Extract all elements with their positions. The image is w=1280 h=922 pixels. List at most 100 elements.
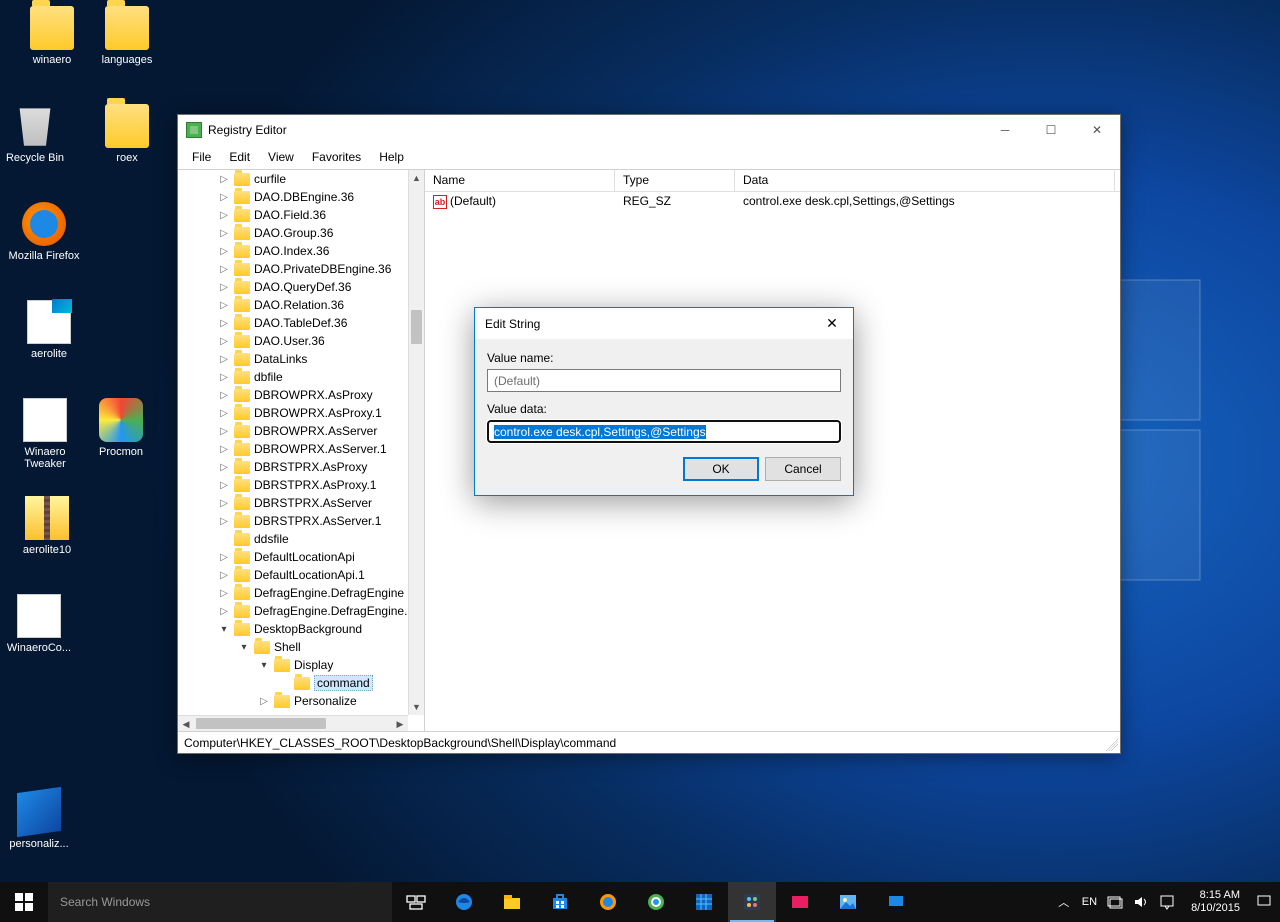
tree-item-command[interactable]: command [178, 674, 408, 692]
column-header-data[interactable]: Data [735, 170, 1115, 191]
list-header[interactable]: NameTypeData [425, 170, 1120, 192]
tree-item-defaultlocationapi[interactable]: ▷DefaultLocationApi [178, 548, 408, 566]
chevron-right-icon[interactable]: ▷ [218, 336, 230, 347]
tree-item-dao-index-36[interactable]: ▷DAO.Index.36 [178, 242, 408, 260]
chevron-right-icon[interactable]: ▷ [218, 390, 230, 401]
chevron-right-icon[interactable]: ▷ [218, 372, 230, 383]
dialog-close-button[interactable]: ✕ [811, 308, 853, 339]
tree-item-dao-group-36[interactable]: ▷DAO.Group.36 [178, 224, 408, 242]
tree-item-curfile[interactable]: ▷curfile [178, 170, 408, 188]
chevron-right-icon[interactable]: ▷ [218, 210, 230, 221]
tree-item-dbrowprx-asproxy[interactable]: ▷DBROWPRX.AsProxy [178, 386, 408, 404]
chevron-right-icon[interactable]: ▷ [218, 228, 230, 239]
list-row[interactable]: ab(Default)REG_SZcontrol.exe desk.cpl,Se… [425, 192, 1120, 210]
tree-item-dbrstprx-asserver-1[interactable]: ▷DBRSTPRX.AsServer.1 [178, 512, 408, 530]
desktop-icon-procmon[interactable]: Procmon [84, 398, 158, 458]
menu-help[interactable]: Help [371, 148, 412, 166]
tree-item-dbrowprx-asproxy-1[interactable]: ▷DBROWPRX.AsProxy.1 [178, 404, 408, 422]
chevron-right-icon[interactable]: ▷ [218, 282, 230, 293]
menu-favorites[interactable]: Favorites [304, 148, 369, 166]
cancel-button[interactable]: Cancel [765, 457, 841, 481]
chevron-right-icon[interactable]: ▷ [218, 408, 230, 419]
chevron-right-icon[interactable]: ▷ [218, 246, 230, 257]
maximize-button[interactable]: ☐ [1028, 115, 1074, 145]
value-data-input[interactable] [487, 420, 841, 443]
ok-button[interactable]: OK [683, 457, 759, 481]
chevron-right-icon[interactable]: ▷ [218, 480, 230, 491]
tree-item-defragengine-defragengine-[interactable]: ▷DefragEngine.DefragEngine. [178, 602, 408, 620]
search-box[interactable]: Search Windows [48, 882, 392, 922]
taskbar-procmon-icon[interactable] [680, 882, 728, 922]
action-center-icon[interactable] [1256, 894, 1272, 910]
taskbar-firefox-icon[interactable] [584, 882, 632, 922]
tree-item-dbrstprx-asproxy[interactable]: ▷DBRSTPRX.AsProxy [178, 458, 408, 476]
taskbar-winaero-icon[interactable] [776, 882, 824, 922]
desktop-icon-winaero[interactable]: winaero [15, 6, 89, 66]
tree-item-shell[interactable]: ▾Shell [178, 638, 408, 656]
dialog-titlebar[interactable]: Edit String ✕ [475, 308, 853, 339]
menu-file[interactable]: File [184, 148, 219, 166]
taskbar-explorer-icon[interactable] [488, 882, 536, 922]
column-header-type[interactable]: Type [615, 170, 735, 191]
tree-vertical-scrollbar[interactable]: ▲ ▼ [408, 170, 424, 715]
tree-item-defragengine-defragengine[interactable]: ▷DefragEngine.DefragEngine [178, 584, 408, 602]
desktop-icon-roex[interactable]: roex [90, 104, 164, 164]
tree-item-ddsfile[interactable]: ddsfile [178, 530, 408, 548]
chevron-down-icon[interactable]: ▾ [238, 642, 250, 653]
chevron-right-icon[interactable]: ▷ [218, 354, 230, 365]
tree-item-defaultlocationapi-1[interactable]: ▷DefaultLocationApi.1 [178, 566, 408, 584]
chevron-right-icon[interactable]: ▷ [218, 588, 230, 599]
tree-item-dao-querydef-36[interactable]: ▷DAO.QueryDef.36 [178, 278, 408, 296]
desktop-icon-winaero-tweaker[interactable]: Winaero Tweaker [8, 398, 82, 470]
desktop-icon-languages[interactable]: languages [90, 6, 164, 66]
value-name-input[interactable] [487, 369, 841, 392]
desktop-icon-aerolite10[interactable]: aerolite10 [10, 496, 84, 556]
chevron-right-icon[interactable]: ▷ [218, 264, 230, 275]
close-button[interactable]: ✕ [1074, 115, 1120, 145]
tree-item-dbrstprx-asproxy-1[interactable]: ▷DBRSTPRX.AsProxy.1 [178, 476, 408, 494]
taskbar-personalize-icon[interactable] [872, 882, 920, 922]
tree-item-dbfile[interactable]: ▷dbfile [178, 368, 408, 386]
taskbar-picture-icon[interactable] [824, 882, 872, 922]
tree-item-dao-field-36[interactable]: ▷DAO.Field.36 [178, 206, 408, 224]
task-view-button[interactable] [392, 882, 440, 922]
chevron-right-icon[interactable]: ▷ [218, 192, 230, 203]
tree-item-dao-relation-36[interactable]: ▷DAO.Relation.36 [178, 296, 408, 314]
volume-icon[interactable] [1133, 894, 1149, 910]
chevron-right-icon[interactable]: ▷ [218, 606, 230, 617]
chevron-right-icon[interactable]: ▷ [218, 462, 230, 473]
desktop-icon-recycle-bin[interactable]: Recycle Bin [0, 104, 72, 164]
chevron-right-icon[interactable]: ▷ [218, 300, 230, 311]
chevron-right-icon[interactable]: ▷ [218, 318, 230, 329]
chevron-right-icon[interactable]: ▷ [218, 498, 230, 509]
taskbar-chrome-icon[interactable] [632, 882, 680, 922]
chevron-right-icon[interactable]: ▷ [218, 516, 230, 527]
minimize-button[interactable]: ─ [982, 115, 1028, 145]
tree-item-dbrowprx-asserver-1[interactable]: ▷DBROWPRX.AsServer.1 [178, 440, 408, 458]
chevron-right-icon[interactable]: ▷ [218, 444, 230, 455]
tree-item-datalinks[interactable]: ▷DataLinks [178, 350, 408, 368]
taskbar-regedit-icon[interactable] [728, 882, 776, 922]
tree-item-dao-tabledef-36[interactable]: ▷DAO.TableDef.36 [178, 314, 408, 332]
menu-edit[interactable]: Edit [221, 148, 258, 166]
chevron-down-icon[interactable]: ▾ [218, 624, 230, 635]
tree-item-dao-privatedbengine-36[interactable]: ▷DAO.PrivateDBEngine.36 [178, 260, 408, 278]
chevron-right-icon[interactable]: ▷ [218, 552, 230, 563]
desktop-icon-winaeroco-[interactable]: WinaeroCo... [2, 594, 76, 654]
language-indicator[interactable]: EN [1082, 896, 1097, 908]
chevron-down-icon[interactable]: ▾ [258, 660, 270, 671]
chevron-right-icon[interactable]: ▷ [218, 426, 230, 437]
tree-horizontal-scrollbar[interactable]: ◀ ▶ [178, 715, 408, 731]
tree-item-dbrowprx-asserver[interactable]: ▷DBROWPRX.AsServer [178, 422, 408, 440]
column-header-name[interactable]: Name [425, 170, 615, 191]
titlebar[interactable]: Registry Editor ─ ☐ ✕ [178, 115, 1120, 145]
notifications-icon[interactable] [1159, 894, 1175, 910]
taskbar-edge-icon[interactable] [440, 882, 488, 922]
chevron-right-icon[interactable]: ▷ [218, 570, 230, 581]
menu-view[interactable]: View [260, 148, 302, 166]
tree-item-desktopbackground[interactable]: ▾DesktopBackground [178, 620, 408, 638]
taskbar-store-icon[interactable] [536, 882, 584, 922]
chevron-right-icon[interactable]: ▷ [218, 174, 230, 185]
tree-item-dao-user-36[interactable]: ▷DAO.User.36 [178, 332, 408, 350]
tree-item-dao-dbengine-36[interactable]: ▷DAO.DBEngine.36 [178, 188, 408, 206]
